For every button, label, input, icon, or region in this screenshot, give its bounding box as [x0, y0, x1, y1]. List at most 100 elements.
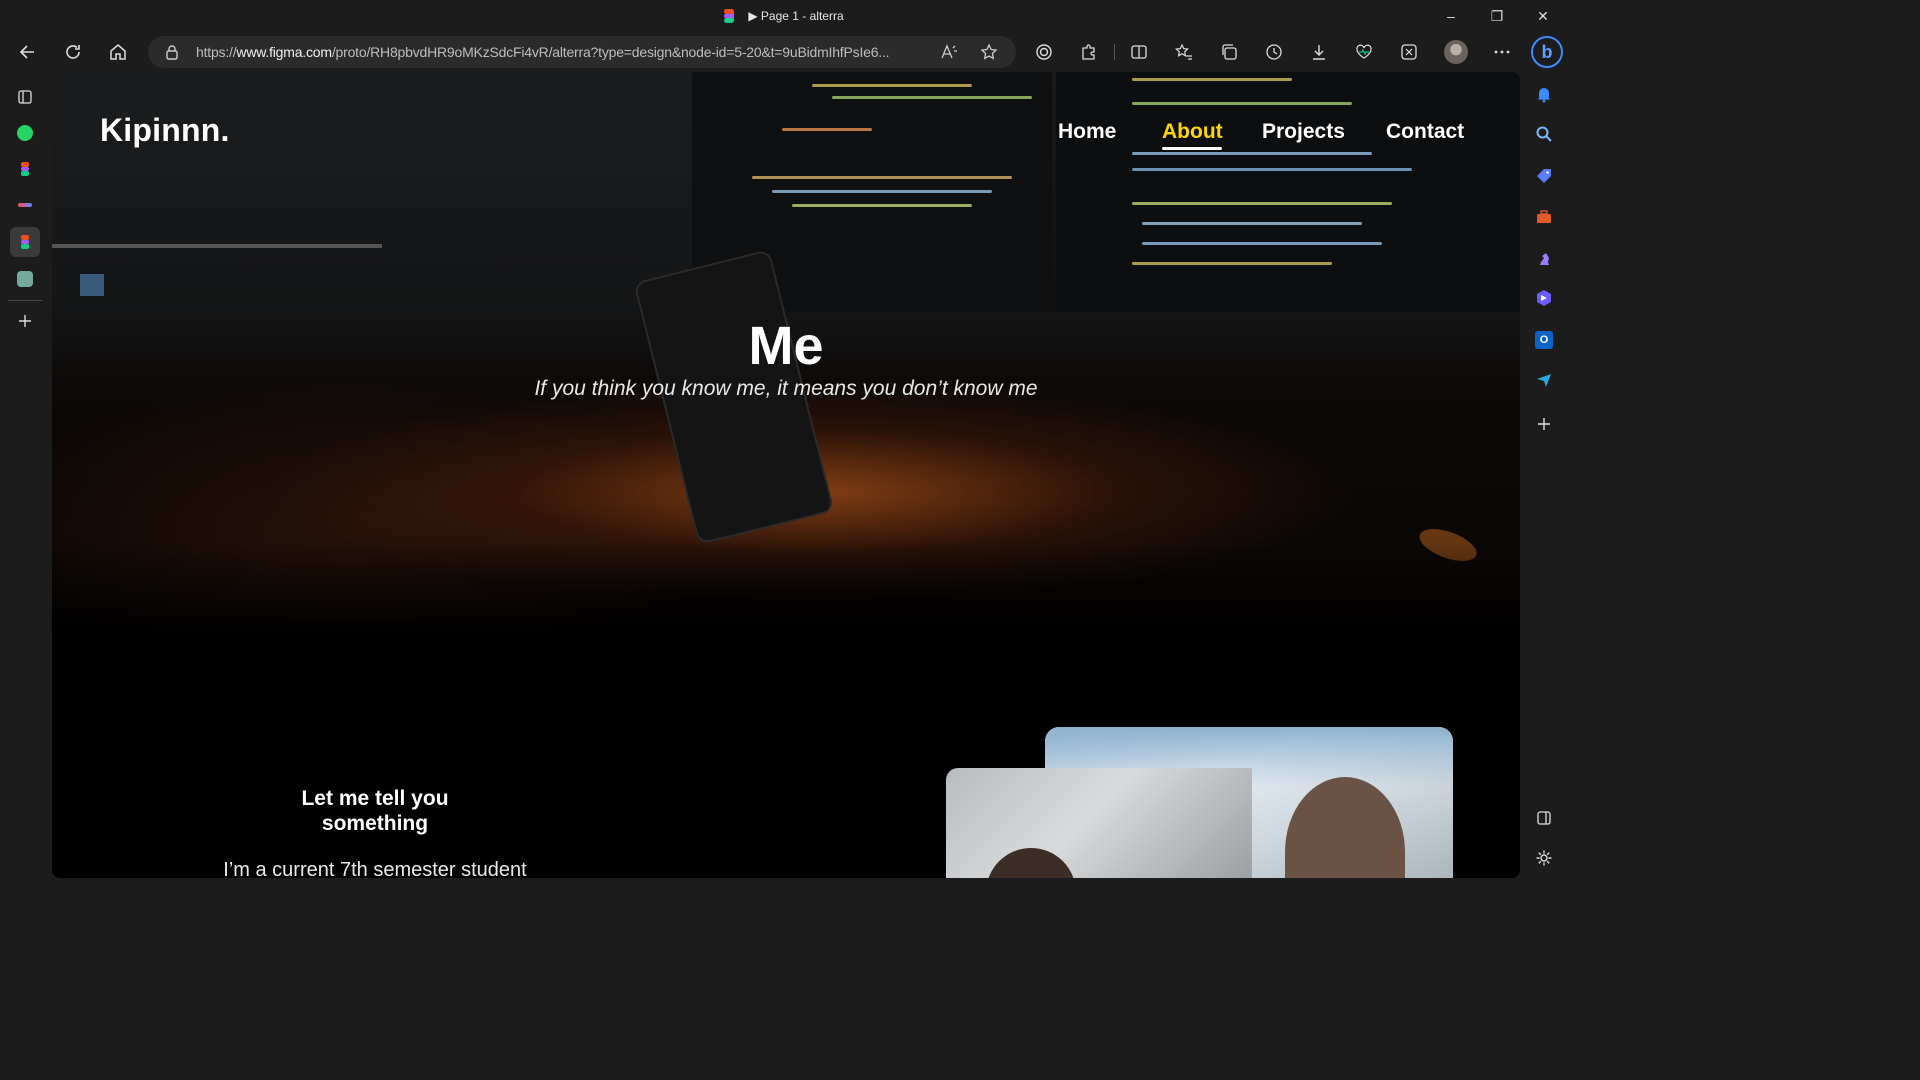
sidebar-divider — [8, 300, 42, 301]
nav-projects[interactable]: Projects — [1262, 120, 1345, 144]
url-text: https://www.figma.com/proto/RH8pbvdHR9oM… — [196, 44, 936, 60]
downloads-button[interactable] — [1303, 36, 1335, 68]
right-sidebar: O — [1520, 72, 1568, 882]
figma-icon — [21, 162, 29, 176]
tracking-button[interactable] — [1028, 36, 1060, 68]
code-line — [1132, 152, 1372, 155]
nav-active-underline — [1162, 147, 1222, 150]
search-sidebar-button[interactable] — [1532, 122, 1556, 146]
more-options-button[interactable] — [1486, 36, 1518, 68]
minimize-button[interactable]: – — [1428, 0, 1474, 32]
sidebar-toggle-icon — [1537, 811, 1551, 825]
refresh-icon — [66, 45, 80, 59]
app-tab[interactable] — [10, 190, 40, 220]
performance-button[interactable] — [1348, 36, 1380, 68]
address-bar[interactable]: https://www.figma.com/proto/RH8pbvdHR9oM… — [148, 36, 1016, 68]
new-tab-button[interactable] — [10, 306, 40, 336]
left-sidebar — [0, 72, 52, 882]
app-icon — [18, 203, 32, 207]
close-window-button[interactable]: ✕ — [1520, 0, 1566, 32]
left-monitor-image — [52, 72, 692, 312]
figma-favicon-icon — [724, 9, 735, 23]
split-screen-button[interactable] — [1123, 36, 1155, 68]
favorites-list-icon — [1175, 43, 1192, 60]
outlook-icon: O — [1535, 331, 1553, 349]
tag-icon — [1537, 169, 1551, 183]
tab-actions-button[interactable] — [10, 82, 40, 112]
site-logo[interactable]: Kipinnn. — [100, 112, 230, 149]
copilot-button[interactable]: b — [1530, 35, 1564, 69]
settings-button[interactable] — [1532, 846, 1556, 870]
nav-about[interactable]: About — [1162, 120, 1223, 144]
figma-active-icon — [21, 235, 29, 249]
profile-photo-front — [946, 768, 1252, 878]
math-solver-icon — [1401, 44, 1417, 60]
toolbar-separator — [1114, 44, 1115, 60]
media-thumbnail — [80, 274, 104, 296]
copilot-sidebar-button[interactable] — [1532, 286, 1556, 310]
person-head — [986, 848, 1076, 878]
url-prefix: https:// — [196, 44, 237, 60]
back-arrow-icon — [19, 45, 34, 59]
home-button[interactable] — [102, 36, 134, 68]
code-monitor-right — [1056, 72, 1520, 312]
code-line — [1132, 168, 1412, 171]
hide-sidebar-button[interactable] — [1532, 806, 1556, 830]
avatar — [1444, 40, 1468, 64]
code-line — [1142, 222, 1362, 225]
bing-copilot-icon: b — [1531, 36, 1563, 68]
code-line — [1132, 102, 1352, 105]
chatgpt-tab[interactable] — [10, 264, 40, 294]
collections-button[interactable] — [1213, 36, 1245, 68]
restore-button[interactable]: ❐ — [1474, 0, 1520, 32]
code-line — [772, 190, 992, 193]
add-sidebar-app-button[interactable] — [1532, 412, 1556, 436]
favorite-star-icon[interactable] — [980, 43, 998, 61]
history-icon — [1266, 44, 1282, 60]
bell-icon — [1537, 88, 1551, 103]
code-line — [1132, 78, 1292, 81]
math-solver-button[interactable] — [1393, 36, 1425, 68]
favorites-button[interactable] — [1168, 36, 1200, 68]
lock-icon — [166, 45, 178, 60]
hero-subtitle: If you think you know me, it means you d… — [534, 377, 1038, 400]
download-icon — [1313, 45, 1325, 60]
progress-line — [52, 244, 382, 248]
section-heading: Let me tell you something — [301, 787, 449, 835]
shopping-button[interactable] — [1532, 164, 1556, 188]
code-line — [752, 176, 1012, 179]
split-screen-icon — [1131, 45, 1147, 59]
window-title: ▶ Page 1 - alterra — [748, 9, 844, 23]
chess-icon — [1540, 253, 1549, 265]
outlook-button[interactable]: O — [1532, 328, 1556, 352]
tools-button[interactable] — [1532, 205, 1556, 229]
figma-tab[interactable] — [10, 154, 40, 184]
whatsapp-tab[interactable] — [10, 118, 40, 148]
add-icon — [1538, 418, 1550, 430]
heartbeat-icon — [1356, 44, 1372, 59]
back-button[interactable] — [12, 36, 44, 68]
settings-icon — [1536, 850, 1552, 866]
toolbox-icon — [1537, 210, 1551, 223]
read-aloud-icon[interactable] — [940, 44, 958, 60]
code-line — [782, 128, 872, 131]
search-icon — [1536, 126, 1552, 142]
hero-section: Kipinnn. Home About Projects Contact Me … — [52, 72, 1520, 642]
target-icon — [1036, 44, 1052, 60]
notifications-button[interactable] — [1532, 82, 1556, 106]
nav-contact[interactable]: Contact — [1386, 120, 1464, 144]
browser-toolbar: https://www.figma.com/proto/RH8pbvdHR9oM… — [0, 32, 1568, 72]
history-button[interactable] — [1258, 36, 1290, 68]
figma-active-tab[interactable] — [10, 227, 40, 257]
nav-home[interactable]: Home — [1058, 120, 1116, 144]
refresh-button[interactable] — [57, 36, 89, 68]
chatgpt-icon — [17, 271, 33, 287]
profile-button[interactable] — [1440, 36, 1472, 68]
hero-title: Me — [748, 316, 824, 376]
games-button[interactable] — [1532, 246, 1556, 270]
code-line — [1142, 242, 1382, 245]
more-dots-icon — [1494, 50, 1510, 54]
send-button[interactable] — [1532, 368, 1556, 392]
url-host: www.figma.com — [236, 44, 332, 60]
extensions-button[interactable] — [1073, 36, 1105, 68]
